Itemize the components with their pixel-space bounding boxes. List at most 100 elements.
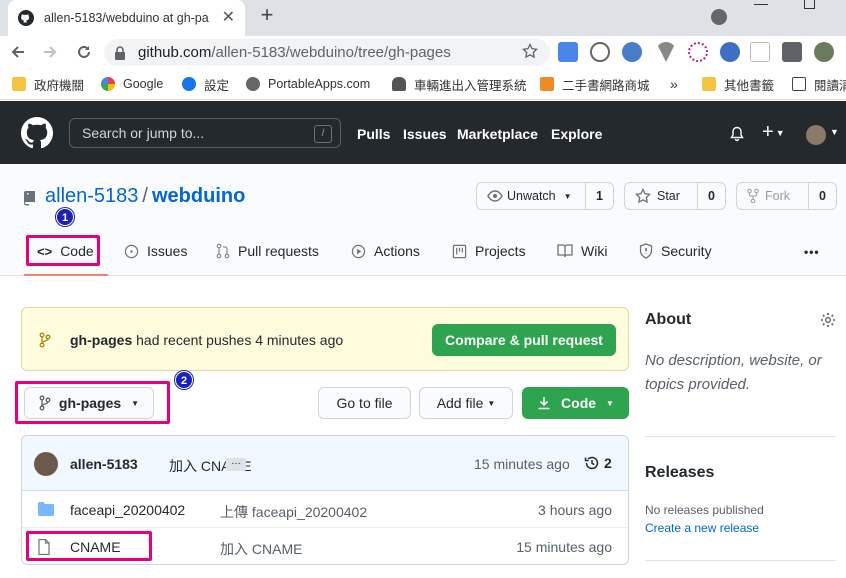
- bookmark-reading-list[interactable]: 閱讀清: [792, 74, 846, 94]
- file-commit-message[interactable]: 上傳 faceapi_20200402: [220, 502, 367, 522]
- vpn-extension-icon[interactable]: [656, 42, 676, 62]
- tab-label: Projects: [475, 243, 526, 259]
- tab-security[interactable]: Security: [639, 243, 712, 259]
- file-commit-message[interactable]: 加入 CNAME: [220, 539, 302, 559]
- chat-extension-icon[interactable]: [590, 42, 610, 62]
- commit-author-avatar[interactable]: [34, 452, 58, 476]
- unwatch-label: Unwatch: [507, 189, 556, 203]
- commit-history-link[interactable]: 2: [584, 455, 612, 471]
- fork-count[interactable]: 0: [808, 183, 836, 209]
- folder-icon: [12, 77, 26, 91]
- bookmark-star-icon[interactable]: [522, 43, 538, 59]
- repo-owner-link[interactable]: allen-5183: [45, 185, 138, 207]
- tab-search-icon[interactable]: [711, 9, 727, 25]
- star-label: Star: [657, 189, 680, 203]
- tab-close-button[interactable]: ✕: [222, 10, 235, 26]
- bookmark-label: 設定: [204, 78, 230, 93]
- bookmark-label: PortableApps.com: [268, 77, 371, 91]
- create-release-link[interactable]: Create a new release: [645, 521, 759, 535]
- releases-heading[interactable]: Releases: [645, 464, 714, 482]
- search-input[interactable]: Search or jump to... /: [69, 118, 341, 148]
- github-favicon-icon: [18, 10, 34, 26]
- repo-icon: [24, 191, 35, 206]
- fork-button[interactable]: Fork: [737, 188, 808, 204]
- add-file-label: Add file: [436, 395, 484, 411]
- cast-extension-icon[interactable]: [688, 42, 708, 62]
- gear-icon[interactable]: [820, 312, 836, 328]
- nav-pulls[interactable]: Pulls: [357, 126, 390, 142]
- browser-tab[interactable]: allen-5183/webduino at gh-pa ✕: [8, 0, 245, 36]
- nav-issues[interactable]: Issues: [403, 126, 447, 142]
- recent-push-banner: gh-pages had recent pushes 4 minutes ago…: [21, 307, 629, 371]
- share-extension-icon[interactable]: [720, 42, 740, 62]
- bookmark-label: 二手書網路商城: [562, 78, 650, 93]
- bookmark-label: 政府機關: [34, 78, 85, 93]
- back-button[interactable]: [6, 40, 30, 64]
- compare-pull-request-button[interactable]: Compare & pull request: [432, 324, 616, 356]
- go-to-file-button[interactable]: Go to file: [318, 387, 411, 419]
- tab-actions[interactable]: Actions: [351, 243, 420, 259]
- push-branch-name[interactable]: gh-pages: [70, 332, 132, 348]
- arrow-right-icon: [44, 46, 57, 58]
- star-button[interactable]: Star: [625, 188, 697, 204]
- bookmark-folder-government[interactable]: 政府機關: [12, 74, 84, 94]
- file-name[interactable]: faceapi_20200402: [70, 502, 185, 518]
- notification-bell-icon[interactable]: [729, 126, 745, 142]
- caret-down-icon[interactable]: ▼: [830, 127, 839, 137]
- highlight-box-branch-select: [15, 381, 170, 424]
- star-icon: [635, 188, 651, 204]
- watch-count[interactable]: 1: [585, 183, 613, 209]
- no-ads-extension-icon[interactable]: [750, 42, 770, 62]
- more-tabs-button[interactable]: •••: [804, 245, 820, 259]
- window-maximize-icon[interactable]: [804, 0, 815, 9]
- add-file-button[interactable]: Add file ▼: [419, 387, 513, 419]
- puzzle-extensions-icon[interactable]: [782, 42, 802, 62]
- car-icon: [392, 77, 406, 91]
- tab-issues[interactable]: Issues: [124, 243, 187, 259]
- repo-name-link[interactable]: webduino: [152, 185, 245, 207]
- nav-explore[interactable]: Explore: [551, 126, 602, 142]
- bookmark-folder-other[interactable]: 其他書籤: [702, 74, 774, 94]
- bookmarks-overflow-button[interactable]: »: [670, 74, 678, 94]
- url-path: /allen-5183/webduino/tree/gh-pages: [211, 44, 451, 61]
- bookmark-portableapps[interactable]: PortableApps.com: [246, 74, 370, 94]
- sidebar-divider: [645, 560, 836, 561]
- folder-icon: [702, 77, 716, 91]
- new-tab-button[interactable]: +: [256, 4, 278, 28]
- browser-toolbar: github.com/allen-5183/webduino/tree/gh-p…: [0, 36, 846, 68]
- commit-expand-button[interactable]: …: [226, 457, 246, 471]
- bookmark-used-books[interactable]: 二手書網路商城: [540, 74, 650, 94]
- url-host: github.com: [138, 44, 212, 61]
- browser-tab-strip: allen-5183/webduino at gh-pa ✕ +: [0, 0, 846, 36]
- repo-header: allen-5183/webduino Unwatch ▼ 1 Star 0 F…: [0, 164, 846, 276]
- push-message-text: had recent pushes 4 minutes ago: [136, 332, 344, 348]
- pull-request-icon: [216, 243, 230, 259]
- profile-avatar[interactable]: [814, 42, 834, 62]
- unwatch-button[interactable]: Unwatch ▼: [477, 189, 585, 203]
- bookmark-vehicle-system[interactable]: 車輛進出入管理系統: [392, 74, 527, 94]
- forward-button[interactable]: [38, 40, 62, 64]
- nav-marketplace[interactable]: Marketplace: [457, 126, 538, 142]
- commit-author[interactable]: allen-5183: [70, 456, 138, 472]
- bookmark-settings[interactable]: 設定: [182, 74, 229, 94]
- bookmark-google[interactable]: Google: [101, 74, 163, 94]
- latest-commit-row: allen-5183 加入 CNAME … 15 minutes ago 2: [22, 436, 628, 491]
- fork-button-group: Fork 0: [736, 182, 837, 210]
- create-new-button[interactable]: + ▼: [762, 121, 785, 144]
- tab-wiki[interactable]: Wiki: [557, 243, 607, 259]
- user-avatar[interactable]: [806, 125, 826, 145]
- address-bar[interactable]: github.com/allen-5183/webduino/tree/gh-p…: [104, 39, 550, 66]
- github-logo-icon[interactable]: [21, 117, 53, 149]
- reload-button[interactable]: [72, 40, 96, 64]
- wiki-extension-icon[interactable]: [622, 42, 642, 62]
- tab-projects[interactable]: Projects: [452, 243, 526, 259]
- download-icon: [538, 397, 550, 410]
- code-download-button[interactable]: Code ▼: [522, 387, 629, 419]
- caret-down-icon: ▼: [563, 191, 572, 201]
- tab-pull-requests[interactable]: Pull requests: [216, 243, 319, 259]
- translate-extension-icon[interactable]: [558, 42, 578, 62]
- file-row[interactable]: faceapi_20200402 上傳 faceapi_20200402 3 h…: [22, 491, 628, 528]
- annotation-badge-2: 2: [175, 371, 193, 389]
- star-count[interactable]: 0: [697, 183, 725, 209]
- window-minimize-icon[interactable]: [754, 4, 768, 5]
